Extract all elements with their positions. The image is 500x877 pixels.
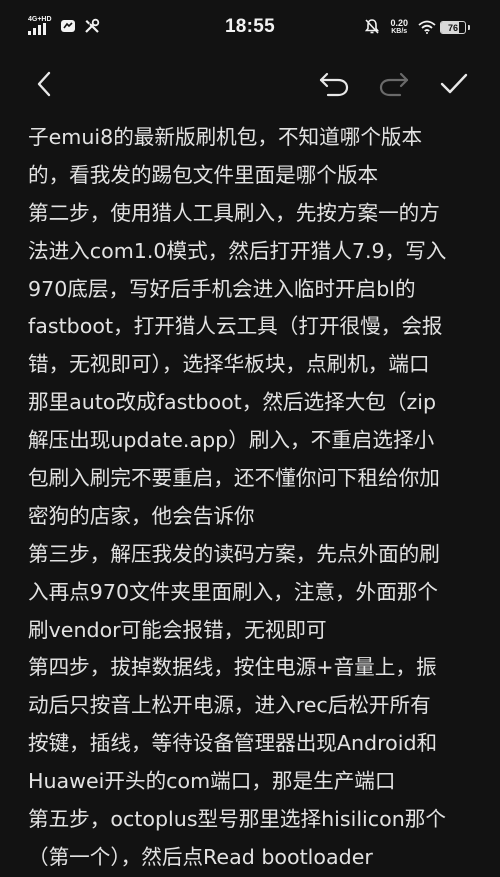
checkmark-icon <box>440 73 468 94</box>
note-text-line: （第一个），然后点Read bootloader <box>28 844 373 869</box>
redo-button[interactable] <box>376 66 412 102</box>
note-text-line: Huawei开头的com端口，那是生产端口 <box>28 769 396 794</box>
status-right-group: 0.20 KB/s <box>364 18 436 35</box>
note-text-line: fastboot，打开猎人云工具（打开很慢，会报 <box>28 314 443 339</box>
note-text-line: 那里auto改成fastboot，然后选择大包（zip <box>28 390 437 415</box>
note-text-line: 错，无视即可），选择华板块，点刷机，端口 <box>28 352 430 377</box>
battery-cap <box>468 25 470 30</box>
undo-button[interactable] <box>316 66 352 102</box>
network-speed-unit: KB/s <box>391 27 408 35</box>
status-bar: 4G+HD 18:55 0.20 KB/s 76 <box>0 0 500 56</box>
note-text-line: 动后只按音上松开电源，进入rec后松开所有 <box>28 693 431 718</box>
note-text-line: 刷vendor可能会报错，无视即可 <box>28 617 327 642</box>
note-text-line: 解压出现update.app）刷入，不重启选择小 <box>28 428 435 453</box>
battery-icon: 76 <box>440 21 466 34</box>
back-button[interactable] <box>26 66 62 102</box>
note-text-line: 第三步，解压我发的读码方案，先点外面的刷 <box>28 541 440 566</box>
note-text-line: 密狗的店家，他会告诉你 <box>28 503 255 528</box>
network-speed: 0.20 KB/s <box>390 17 408 35</box>
note-text-line: 包刷入刷完不要重启，还不懂你问下租给你加 <box>28 466 440 491</box>
note-text-line: 第二步，使用猎人工具刷入，先按方案一的方 <box>28 200 440 225</box>
chevron-left-icon <box>37 71 51 97</box>
wifi-icon <box>418 20 436 34</box>
note-text-line: 第四步，拔掉数据线，按住电源+音量上，振 <box>28 655 437 680</box>
editor-toolbar <box>0 56 500 112</box>
redo-icon <box>379 72 409 97</box>
note-text-line: 入再点970文件夹里面刷入，注意，外面那个 <box>28 579 438 604</box>
note-text-line: 子emui8的最新版刷机包，不知道哪个版本 <box>28 125 423 149</box>
undo-icon <box>319 72 349 97</box>
confirm-button[interactable] <box>436 66 472 102</box>
battery-level-text: 76 <box>447 22 458 33</box>
note-text-line: 按键，插线，等待设备管理器出现Android和 <box>28 731 438 756</box>
mute-bell-icon <box>365 19 380 34</box>
note-text-line: 第五步，octoplus型号那里选择hisilicon那个 <box>28 807 446 832</box>
note-text-line: 970底层，写好后手机会进入临时开启bl的 <box>28 276 416 301</box>
note-content-editor[interactable]: 子emui8的最新版刷机包，不知道哪个版本 的，看我发的踢包文件里面是哪个版本第二… <box>28 119 476 877</box>
network-speed-value: 0.20 <box>390 17 408 28</box>
note-text-line: 的，看我发的踢包文件里面是哪个版本 <box>28 162 379 187</box>
note-text-line: 法进入com1.0模式，然后打开猎人7.9，写入 <box>28 238 447 263</box>
